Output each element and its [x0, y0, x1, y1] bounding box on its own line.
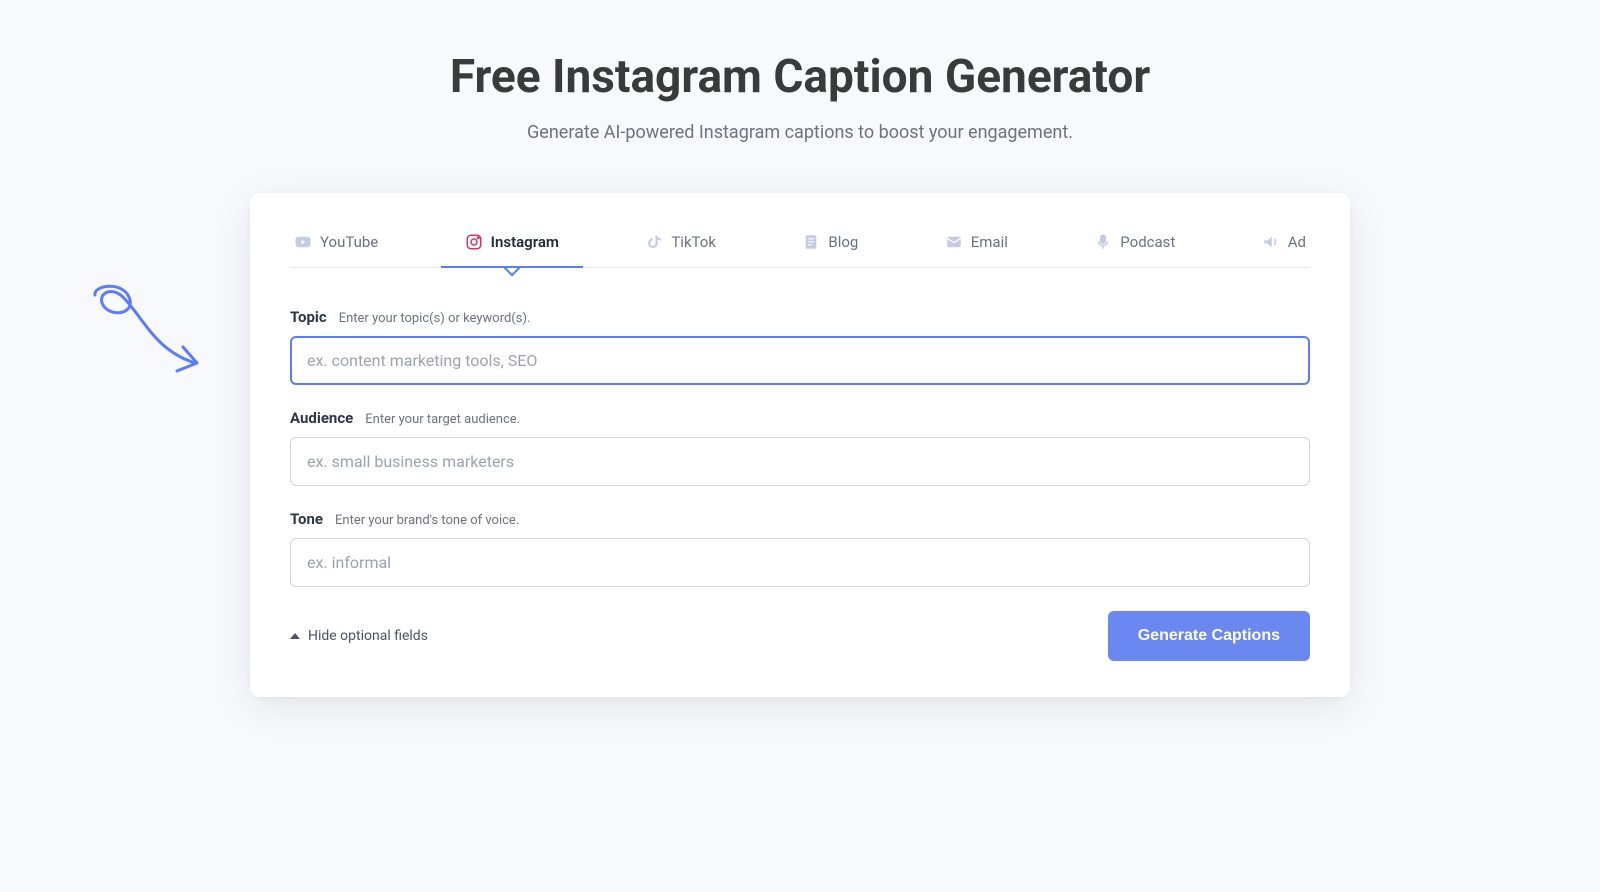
tab-blog[interactable]: Blog	[798, 221, 862, 267]
tab-label: Podcast	[1120, 233, 1175, 251]
tabs: YouTube Instagram TikTok Blog	[290, 221, 1310, 268]
generate-button[interactable]: Generate Captions	[1108, 611, 1310, 661]
tab-label: YouTube	[320, 233, 378, 251]
page-subtitle: Generate AI-powered Instagram captions t…	[250, 122, 1350, 143]
tab-ad[interactable]: Ad	[1258, 221, 1310, 267]
tone-input[interactable]	[290, 538, 1310, 587]
audience-hint: Enter your target audience.	[365, 412, 520, 427]
topic-hint: Enter your topic(s) or keyword(s).	[339, 311, 531, 326]
tab-tiktok[interactable]: TikTok	[641, 221, 720, 267]
tone-field-group: Tone Enter your brand's tone of voice.	[290, 510, 1310, 587]
blog-icon	[802, 233, 820, 251]
audience-field-group: Audience Enter your target audience.	[290, 409, 1310, 486]
tab-label: Email	[971, 233, 1008, 251]
toggle-label: Hide optional fields	[308, 628, 428, 644]
tab-podcast[interactable]: Podcast	[1090, 221, 1179, 267]
tone-hint: Enter your brand's tone of voice.	[335, 513, 519, 528]
tab-label: Ad	[1288, 233, 1306, 251]
page-title: Free Instagram Caption Generator	[250, 50, 1350, 104]
chevron-up-icon	[290, 633, 300, 639]
topic-label: Topic	[290, 308, 327, 326]
instagram-icon	[465, 233, 483, 251]
youtube-icon	[294, 233, 312, 251]
tab-email[interactable]: Email	[941, 221, 1012, 267]
tab-label: Blog	[828, 233, 858, 251]
topic-field-group: Topic Enter your topic(s) or keyword(s).	[290, 308, 1310, 385]
tab-instagram[interactable]: Instagram	[461, 221, 563, 267]
decorative-arrow	[75, 275, 215, 395]
tab-youtube[interactable]: YouTube	[290, 221, 382, 267]
podcast-icon	[1094, 233, 1112, 251]
audience-label: Audience	[290, 409, 353, 427]
generator-card: YouTube Instagram TikTok Blog	[250, 193, 1350, 697]
tiktok-icon	[645, 233, 663, 251]
toggle-optional-fields[interactable]: Hide optional fields	[290, 628, 428, 644]
topic-input[interactable]	[290, 336, 1310, 385]
tab-label: Instagram	[491, 233, 559, 251]
tab-label: TikTok	[671, 233, 716, 251]
email-icon	[945, 233, 963, 251]
tone-label: Tone	[290, 510, 323, 528]
audience-input[interactable]	[290, 437, 1310, 486]
ad-icon	[1262, 233, 1280, 251]
